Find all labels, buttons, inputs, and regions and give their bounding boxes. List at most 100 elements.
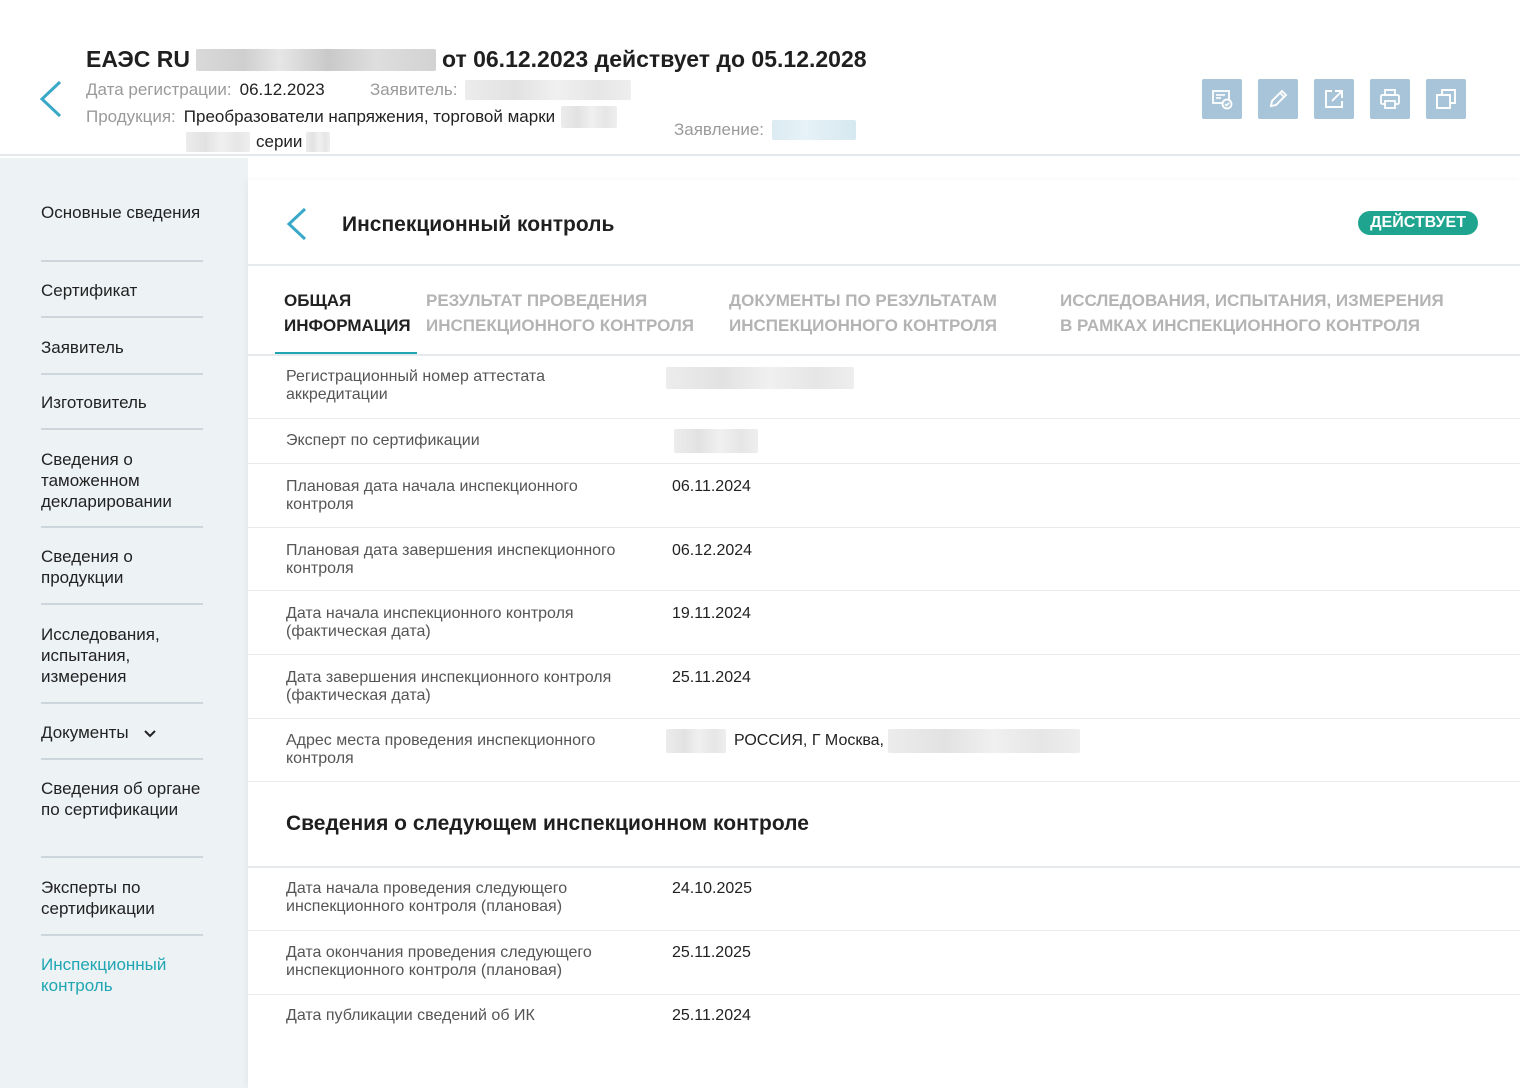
row-divider [248,930,1520,931]
field-value: 25.11.2025 [672,944,751,961]
row-divider [248,718,1520,719]
sidebar-divider [41,316,203,318]
field-label: Дата публикации сведений об ИК [286,1007,535,1024]
registration-date-label: Дата регистрации: [86,80,232,99]
sidebar-item-main-info[interactable]: Основные сведения [41,202,203,223]
tab-label: Общая информация [284,291,411,335]
sidebar-item-label: Сертификат [41,281,138,300]
registration-date: Дата регистрации: 06.12.2023 [86,80,325,100]
print-icon[interactable] [1370,79,1410,119]
statement-label: Заявление: [674,120,765,139]
field-label: Эксперт по сертификации [286,432,480,449]
sidebar-item-label: Изготовитель [41,393,147,412]
row-divider [248,654,1520,655]
redacted-series-prefix [186,132,250,152]
row-divider [248,418,1520,419]
redacted-address-prefix [666,729,726,753]
edit-pencil-icon[interactable] [1258,79,1298,119]
tab-inspection-documents[interactable]: Документы по результатам инспекционного … [729,288,1009,338]
sidebar: Основные сведения Сертификат Заявитель И… [0,158,248,1088]
redacted-address [888,729,1080,753]
next-inspection-heading: Сведения о следующем инспекционном контр… [286,812,809,835]
field-label: Регистрационный номер аттестата аккредит… [286,368,545,403]
sidebar-item-customs[interactable]: Сведения о таможенном декларировании [41,449,203,512]
registration-date-value: 06.12.2023 [239,80,325,99]
certificate-title: ЕАЭС RU от 06.12.2023 действует до 05.12… [86,46,867,73]
statement: Заявление: [674,120,857,140]
field-value: 24.10.2025 [672,880,753,897]
header-toolbar [1202,79,1466,119]
sidebar-item-label: Сведения о продукции [41,547,133,587]
row-divider [248,463,1520,464]
title-suffix: от 06.12.2023 действует до 05.12.2028 [441,46,867,72]
applicant: Заявитель: [370,80,632,100]
divider [248,866,1520,868]
address-text: РОССИЯ, Г Москва, [734,732,884,749]
tab-label: Результат проведения инспекционного конт… [426,291,695,335]
field-label: Дата окончания проведения следующего инс… [286,944,592,979]
product-value: Преобразователи напряжения, торговой мар… [183,107,556,126]
divider [248,354,1520,356]
sidebar-divider [41,603,203,605]
sidebar-divider [41,373,203,375]
field-value: 06.12.2024 [672,542,753,559]
product-series: серии [186,132,331,152]
sidebar-item-experts[interactable]: Эксперты по сертификации [41,877,203,919]
open-external-icon[interactable] [1314,79,1354,119]
row-divider [248,781,1520,782]
redacted-certificate-number [195,48,436,71]
sidebar-item-certification-body[interactable]: Сведения об органе по сертификации [41,778,203,820]
field-value [672,429,758,453]
tab-inspection-research[interactable]: Исследования, испытания, измерения в рам… [1060,288,1460,338]
sidebar-item-label: Эксперты по сертификации [41,878,155,918]
redacted-statement[interactable] [772,120,857,140]
title-prefix: ЕАЭС RU [86,46,190,72]
sidebar-item-label: Документы [41,723,129,742]
row-divider [248,994,1520,995]
redacted-trademark [561,106,618,128]
divider [248,264,1520,266]
sidebar-item-certificate[interactable]: Сертификат [41,280,203,301]
series-text: серии [256,132,303,151]
applicant-label: Заявитель: [370,80,458,99]
sidebar-divider [41,526,203,528]
chevron-down-icon [143,723,157,744]
tab-label: Документы по результатам инспекционного … [729,291,998,335]
sidebar-item-inspection-control[interactable]: Инспекционный контроль [41,954,203,996]
field-label: Дата начала инспекционного контроля (фак… [286,605,574,640]
field-label: Плановая дата завершения инспекционного … [286,542,616,577]
back-arrow-icon[interactable] [284,206,310,242]
sidebar-item-label: Исследования, испытания, измерения [41,625,160,686]
sidebar-item-documents[interactable]: Документы [41,722,203,744]
certificate-check-icon[interactable] [1202,79,1242,119]
field-label: Адрес места проведения инспекционного ко… [286,732,596,767]
field-value: 06.11.2024 [672,478,751,495]
redacted-applicant [465,80,632,100]
sidebar-divider [41,428,203,430]
sidebar-item-product[interactable]: Сведения о продукции [41,546,203,588]
field-value [666,367,854,389]
sidebar-item-research[interactable]: Исследования, испытания, измерения [41,624,203,687]
sidebar-divider [41,856,203,858]
sidebar-item-applicant[interactable]: Заявитель [41,337,203,358]
sidebar-divider [41,702,203,704]
sidebar-item-label: Заявитель [41,338,124,357]
product: Продукция: Преобразователи напряжения, т… [86,106,618,128]
certificate-header: ЕАЭС RU от 06.12.2023 действует до 05.12… [0,0,1520,156]
sidebar-item-label: Сведения о таможенном декларировании [41,450,172,511]
sidebar-divider [41,758,203,760]
field-value: 25.11.2024 [672,669,751,686]
back-arrow-icon[interactable] [36,78,66,120]
tab-general-info[interactable]: Общая информация [284,288,414,338]
field-value: РОССИЯ, Г Москва, [666,729,1080,753]
redacted-series [306,132,331,152]
field-label: Плановая дата начала инспекционного конт… [286,478,578,513]
row-divider [248,590,1520,591]
copy-icon[interactable] [1426,79,1466,119]
row-divider [248,527,1520,528]
tab-inspection-result[interactable]: Результат проведения инспекционного конт… [426,288,696,338]
product-label: Продукция: [86,107,176,126]
field-value: 25.11.2024 [672,1007,751,1024]
sidebar-item-manufacturer[interactable]: Изготовитель [41,392,203,413]
sidebar-item-label: Инспекционный контроль [41,955,167,995]
